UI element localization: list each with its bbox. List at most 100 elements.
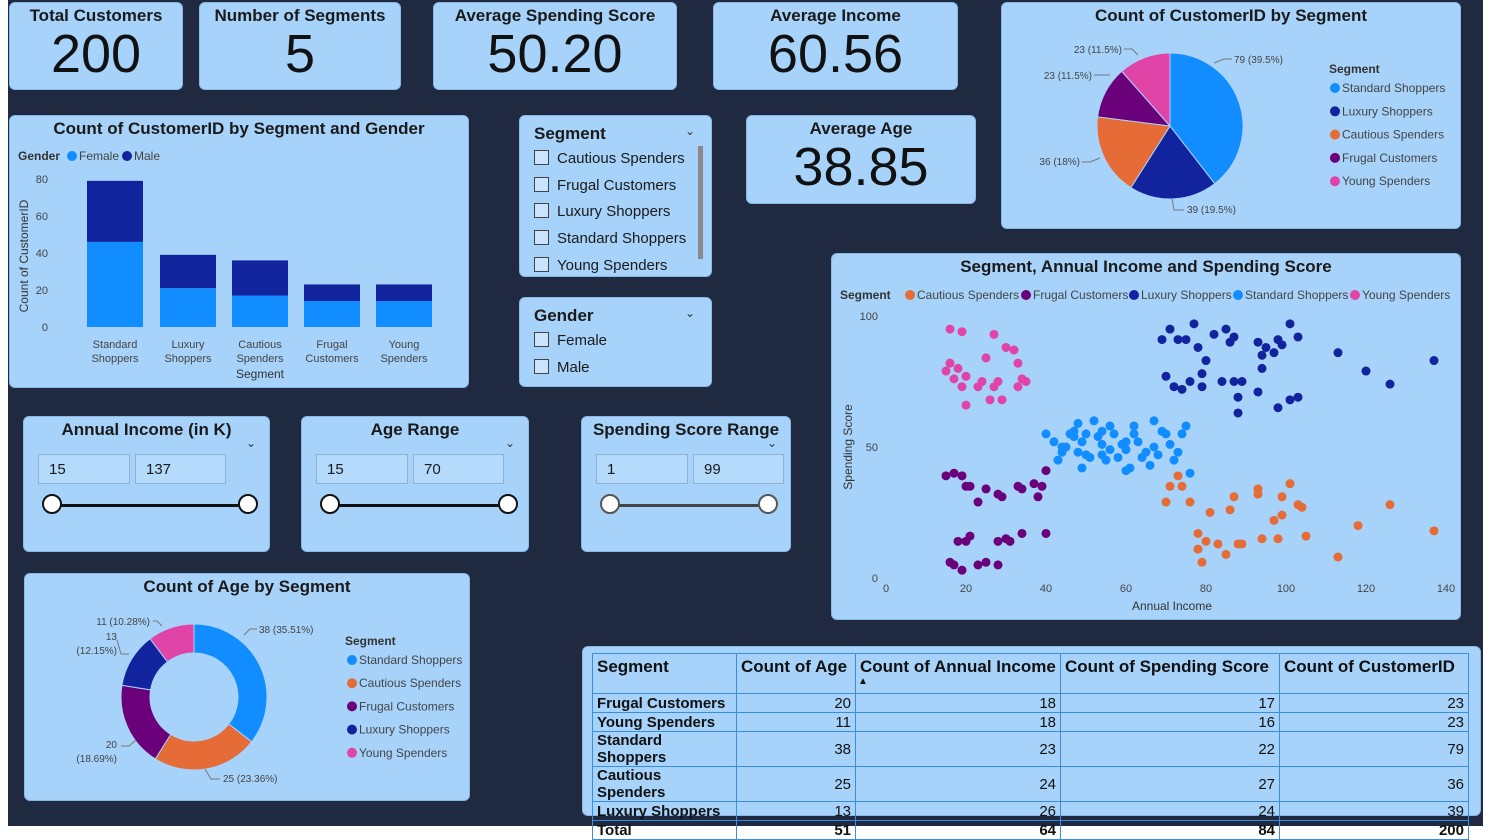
scatter-point bbox=[1113, 452, 1123, 462]
scatter-point bbox=[993, 560, 1003, 570]
donut-slice bbox=[154, 723, 253, 771]
range-max-input[interactable]: 99 bbox=[693, 454, 784, 484]
range-min-handle[interactable] bbox=[600, 494, 620, 514]
scatter-point bbox=[1285, 395, 1295, 405]
range-min-input[interactable]: 15 bbox=[38, 454, 130, 484]
scatter-point bbox=[1017, 528, 1027, 538]
scatter-point bbox=[965, 481, 975, 491]
legend-title: Segment bbox=[345, 634, 396, 648]
table-row[interactable]: Young Spenders 11 18 16 23 bbox=[592, 712, 1469, 732]
scatter-point bbox=[1229, 492, 1239, 502]
chevron-down-icon[interactable]: ⌄ bbox=[685, 306, 695, 320]
range-max-input[interactable]: 70 bbox=[413, 454, 504, 484]
range-min-input[interactable]: 1 bbox=[596, 454, 688, 484]
table-row[interactable]: Luxury Shoppers 13 26 24 39 bbox=[592, 801, 1469, 821]
range-max-handle[interactable] bbox=[498, 494, 518, 514]
legend-label-male: Male bbox=[134, 149, 160, 163]
table-total-row[interactable]: Total 51 64 84 200 bbox=[592, 820, 1469, 840]
pie-chart[interactable]: 79 (39.5%) 39 (19.5%) 36 (18%) 23 (11.5%) 23… bbox=[1002, 3, 1462, 230]
scatter-point bbox=[1029, 479, 1039, 489]
scatter-point bbox=[1145, 460, 1155, 470]
table-cell-value: 23 bbox=[1279, 712, 1469, 732]
column-header-count-of-annual-income[interactable]: Count of Annual Income ▲ bbox=[855, 653, 1061, 694]
scatter-point bbox=[1177, 384, 1187, 394]
scatter-point bbox=[1237, 377, 1247, 386]
column-header-count-of-age[interactable]: Count of Age bbox=[736, 653, 856, 694]
kpi-average-age: Average Age 38.85 bbox=[746, 115, 976, 204]
range-min-handle[interactable] bbox=[320, 494, 340, 514]
scatter-chart[interactable]: Segment Cautious Spenders Frugal Customers… bbox=[832, 254, 1462, 621]
checkbox[interactable] bbox=[534, 150, 549, 165]
y-axis-label: Count of CustomerID bbox=[17, 199, 31, 312]
scatter-point bbox=[1021, 377, 1031, 386]
bar-male bbox=[160, 254, 216, 289]
scatter-point bbox=[1005, 536, 1015, 546]
scatter-point bbox=[1169, 382, 1179, 392]
slicer-item[interactable]: Cautious Spenders bbox=[534, 150, 685, 167]
checkbox[interactable] bbox=[534, 230, 549, 245]
scrollbar[interactable] bbox=[698, 146, 703, 259]
scatter-point bbox=[1001, 342, 1011, 352]
scatter-point bbox=[1181, 421, 1191, 431]
donut-data-label: 38 (35.51%) bbox=[259, 625, 313, 636]
slicer-item[interactable]: Male bbox=[534, 359, 590, 376]
table-cell-segment: Luxury Shoppers bbox=[592, 801, 737, 821]
table-cell-segment: Total bbox=[592, 820, 737, 840]
table-row[interactable]: Frugal Customers 20 18 17 23 bbox=[592, 693, 1469, 713]
bar-chart[interactable]: Gender Female Male Count of CustomerID 0 20 40… bbox=[10, 116, 470, 389]
checkbox[interactable] bbox=[534, 203, 549, 218]
scatter-point bbox=[965, 531, 975, 541]
legend-marker bbox=[1129, 290, 1139, 300]
checkbox[interactable] bbox=[534, 257, 549, 272]
legend-marker bbox=[1350, 290, 1360, 300]
scatter-point bbox=[1173, 471, 1183, 481]
column-header-count-of-spending-score[interactable]: Count of Spending Score bbox=[1060, 653, 1280, 694]
range-max-handle[interactable] bbox=[758, 494, 778, 514]
scatter-point bbox=[949, 560, 959, 570]
gender-slicer: Gender ⌄ Female Male bbox=[519, 297, 712, 387]
chevron-down-icon[interactable]: ⌄ bbox=[246, 436, 256, 450]
slicer-item[interactable]: Frugal Customers bbox=[534, 177, 676, 194]
scatter-point bbox=[993, 377, 1003, 386]
slicer-item-label: Male bbox=[557, 359, 590, 376]
scatter-point bbox=[1013, 358, 1023, 368]
donut-data-label: (12.15%) bbox=[76, 646, 117, 657]
legend-marker-male bbox=[122, 151, 132, 161]
bar-female bbox=[232, 295, 288, 327]
slicer-item[interactable]: Young Spenders bbox=[534, 257, 667, 274]
column-header-count-of-customerid[interactable]: Count of CustomerID bbox=[1279, 653, 1469, 694]
x-tick-label: Luxury bbox=[171, 339, 205, 351]
slicer-item[interactable]: Female bbox=[534, 332, 607, 349]
chevron-down-icon[interactable]: ⌄ bbox=[505, 436, 515, 450]
scatter-point bbox=[1153, 450, 1163, 460]
chevron-down-icon[interactable]: ⌄ bbox=[685, 124, 695, 138]
scatter-point bbox=[1177, 429, 1187, 439]
scatter-point bbox=[1041, 429, 1051, 439]
range-max-handle[interactable] bbox=[238, 494, 258, 514]
checkbox[interactable] bbox=[534, 177, 549, 192]
legend-label: Frugal Customers bbox=[359, 699, 454, 713]
donut-chart[interactable]: 38 (35.51%) 25 (23.36%) 20 (18.69%) 13 (12.15… bbox=[25, 574, 471, 802]
scatter-point bbox=[1073, 447, 1083, 457]
slicer-item[interactable]: Luxury Shoppers bbox=[534, 203, 670, 220]
legend-marker bbox=[347, 678, 357, 689]
slicer-item[interactable]: Standard Shoppers bbox=[534, 230, 686, 247]
table-cell-value: 51 bbox=[736, 820, 856, 840]
range-max-input[interactable]: 137 bbox=[135, 454, 226, 484]
table-row[interactable]: Standard Shoppers 38 23 22 79 bbox=[592, 731, 1469, 767]
legend-label: Luxury Shoppers bbox=[1141, 288, 1232, 302]
donut-data-label: 20 bbox=[106, 740, 118, 751]
column-header-segment[interactable]: Segment bbox=[592, 653, 737, 694]
range-min-input[interactable]: 15 bbox=[316, 454, 408, 484]
legend-marker bbox=[347, 655, 357, 665]
chevron-down-icon[interactable]: ⌄ bbox=[767, 436, 777, 450]
checkbox[interactable] bbox=[534, 359, 549, 374]
range-min-handle[interactable] bbox=[42, 494, 62, 514]
checkbox[interactable] bbox=[534, 332, 549, 347]
scatter-point bbox=[1149, 442, 1159, 452]
scatter-point bbox=[961, 400, 971, 410]
scatter-point bbox=[957, 327, 967, 337]
table-row[interactable]: Cautious Spenders 25 24 27 36 bbox=[592, 766, 1469, 802]
scatter-point bbox=[1041, 466, 1051, 476]
table-cell-value: 25 bbox=[736, 766, 856, 802]
